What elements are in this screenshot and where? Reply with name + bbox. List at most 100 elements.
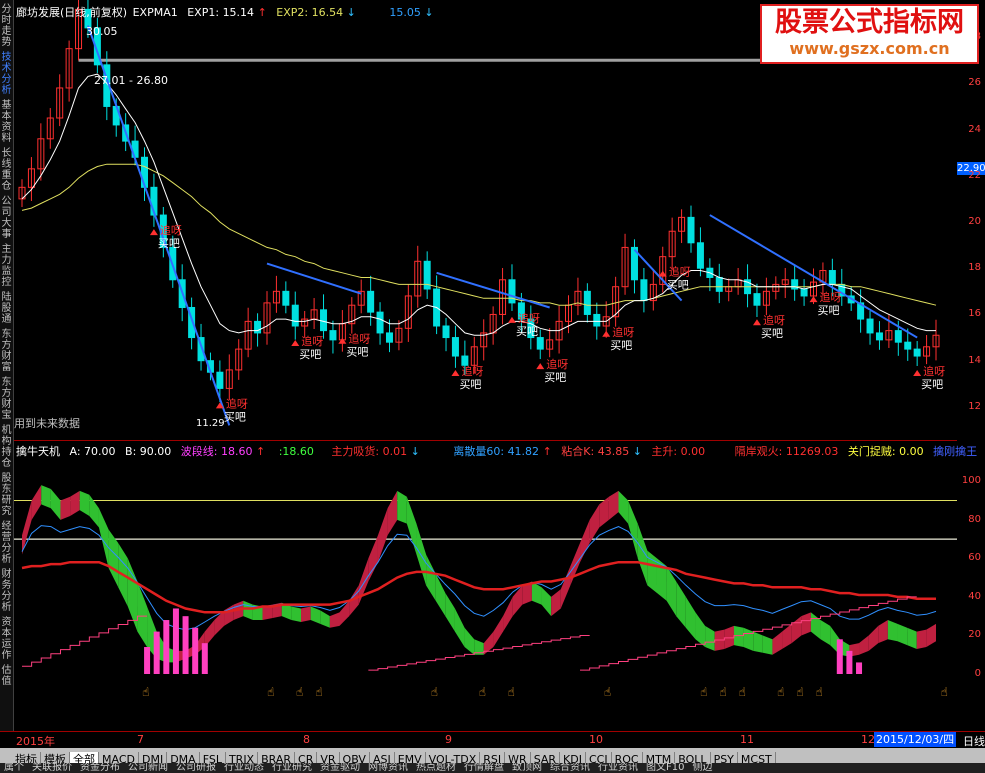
bottom-menu-item[interactable]: 图文F10 xyxy=(642,763,688,773)
bottom-menu-item[interactable]: 资金分布 xyxy=(76,763,124,773)
exp1-value: 15.14 xyxy=(222,6,255,19)
side-tab-4[interactable]: 公司大事 xyxy=(0,196,13,240)
side-tab-11[interactable]: 经营分析 xyxy=(0,521,13,565)
indicator-tab-fsl[interactable]: FSL xyxy=(199,752,226,763)
indicator-tab-全部[interactable]: 全部 xyxy=(70,752,99,763)
bottom-menu-item[interactable]: 关联报价 xyxy=(28,763,76,773)
indicator-tab-obv[interactable]: OBV xyxy=(339,752,370,763)
side-tab-5[interactable]: 主力监控 xyxy=(0,244,13,288)
bottom-menu-item[interactable]: 公司新闻 xyxy=(124,763,172,773)
up-arrow-icon xyxy=(752,319,761,326)
price-chart[interactable]: 追呀买吧追呀买吧追呀买吧追呀买吧追呀买吧追呀买吧追呀买吧追呀买吧追呀买吧追呀买吧… xyxy=(14,0,957,440)
indicator-tab-brar[interactable]: BRAR xyxy=(258,752,296,763)
bottom-menu-item[interactable]: 行业动态 xyxy=(220,763,268,773)
bottom-menu-item[interactable]: 致顶网 xyxy=(508,763,546,773)
indicator-tab-trix[interactable]: TRIX xyxy=(225,752,259,763)
bottom-menu-item[interactable]: 公司研报 xyxy=(172,763,220,773)
candle-body xyxy=(442,325,450,339)
side-tab-9[interactable]: 机构持仓 xyxy=(0,425,13,469)
bottom-menu-item[interactable]: 行业资讯 xyxy=(594,763,642,773)
bottom-menu-item[interactable]: 热点题材 xyxy=(412,763,460,773)
band-segment xyxy=(512,585,523,617)
chase-label: 追呀 xyxy=(612,325,634,339)
bottom-menu-item[interactable]: 资金驱动 xyxy=(316,763,364,773)
indicator-pane[interactable]: ☝ ☝ ☝ ☝ ☝ ☝ ☝ ☝ ☝ ☝ ☝ ☝ ☝ ☝ ☝ xyxy=(14,458,957,730)
up-arrow-icon: ↑ xyxy=(256,445,266,458)
scatter-value: 41.82 xyxy=(507,445,540,458)
bottom-menu-item[interactable]: 综合资讯 xyxy=(546,763,594,773)
pane-divider[interactable] xyxy=(14,440,957,441)
indicator-tab-boll[interactable]: BOLL xyxy=(675,752,711,763)
hand-icon: ☝ xyxy=(315,685,322,699)
bottom-menu-item[interactable]: 属个 xyxy=(0,763,28,773)
indicator-tab-wr[interactable]: WR xyxy=(505,752,531,763)
period-label[interactable]: 日线 xyxy=(963,733,985,749)
histogram-bar xyxy=(144,647,151,674)
accumulation-steps xyxy=(580,596,917,671)
side-tab-8[interactable]: 东方财宝 xyxy=(0,377,13,421)
chase-label: 追呀 xyxy=(301,334,323,348)
indicator-tab-cr[interactable]: CR xyxy=(295,752,318,763)
hand-icon: ☝ xyxy=(796,685,803,699)
indicator-tab-roc[interactable]: ROC xyxy=(611,752,643,763)
bottom-menu-item[interactable]: 行业研究 xyxy=(268,763,316,773)
candle-body xyxy=(904,341,912,350)
band-segment xyxy=(310,606,321,624)
candle-body xyxy=(800,288,808,297)
side-tab-14[interactable]: 估值 xyxy=(0,665,13,687)
trend-line xyxy=(436,271,550,309)
candle-body xyxy=(687,216,695,244)
price-pane[interactable]: 追呀 买吧 追呀 买吧 追呀 买吧 追呀 买吧 追呀 买吧 追呀 买吧 追呀 买吧 追呀 买吧 追呀 买吧 追呀 买吧… xyxy=(14,0,957,440)
bottom-menu-item[interactable]: 网博资讯 xyxy=(364,763,412,773)
indicator-tab-vol-tdx[interactable]: VOL-TDX xyxy=(425,752,481,763)
side-tab-10[interactable]: 股东研究 xyxy=(0,473,13,517)
indicator-tab-macd[interactable]: MACD xyxy=(99,752,139,763)
chase-label: 追呀 xyxy=(226,396,248,410)
indicator-chart[interactable]: ☝ ☝ ☝ ☝ ☝ ☝ ☝ ☝ ☝ ☝ ☝ ☝ ☝ ☝ ☝ xyxy=(14,458,957,730)
indicator-tab-mcst[interactable]: MCST xyxy=(737,752,776,763)
bottom-menu-item[interactable]: 侧边 xyxy=(688,763,716,773)
band-segment xyxy=(705,625,715,651)
indicator-tab-emv[interactable]: EMV xyxy=(394,752,426,763)
band-segment xyxy=(801,612,811,636)
indicator-tab-sar[interactable]: SAR xyxy=(530,752,561,763)
indicator-tick: 0 xyxy=(974,668,981,679)
indicator-tab-psy[interactable]: PSY xyxy=(710,752,738,763)
hand-icon: ☝ xyxy=(142,685,149,699)
bottom-menu-item[interactable]: 行情解盘 xyxy=(460,763,508,773)
band-segment xyxy=(897,623,908,646)
side-tab-6[interactable]: 陆股通 xyxy=(0,292,13,325)
indicator-tab-指标[interactable]: 指标 xyxy=(12,752,41,763)
hand-icon: ☝ xyxy=(941,685,948,699)
main-label: 主力吸货: xyxy=(331,445,380,458)
indicator-tab-dmi[interactable]: DMI xyxy=(138,752,168,763)
side-tab-1[interactable]: 技术分析 xyxy=(0,52,13,96)
indicator-tab-kdj[interactable]: KDJ xyxy=(560,752,586,763)
side-tab-0[interactable]: 分时走势 xyxy=(0,4,13,48)
candle-body xyxy=(866,318,874,334)
indicator-tab-mtm[interactable]: MTM xyxy=(642,752,676,763)
indicator-tab-asi[interactable]: ASI xyxy=(369,752,395,763)
up-arrow-icon: ↑ xyxy=(542,445,552,458)
side-tab-3[interactable]: 长线重仓 xyxy=(0,148,13,192)
candle-body xyxy=(640,279,648,302)
band-segment xyxy=(435,573,446,617)
price-tick: 20 xyxy=(968,216,981,227)
side-tab-12[interactable]: 财务分析 xyxy=(0,569,13,613)
band-segment xyxy=(666,566,677,617)
door-value: 0.00 xyxy=(899,445,924,458)
indicator-tab-vr[interactable]: VR xyxy=(317,752,340,763)
indicator-tab-dma[interactable]: DMA xyxy=(167,752,200,763)
hand-icon: ☝ xyxy=(700,685,707,699)
indicator-tab-模板[interactable]: 模板 xyxy=(41,752,70,763)
band-segment xyxy=(243,600,253,621)
side-tab-13[interactable]: 资本运作 xyxy=(0,617,13,661)
side-tab-2[interactable]: 基本资料 xyxy=(0,100,13,144)
band-segment xyxy=(907,627,917,649)
indicator-tab-rsi[interactable]: RSI xyxy=(480,752,506,763)
year-label: 2015年 xyxy=(16,735,55,748)
indicator-tab-cci[interactable]: CCI xyxy=(585,752,612,763)
band-segment xyxy=(108,529,119,588)
high-annotation: 30.05 xyxy=(86,25,118,38)
side-tab-7[interactable]: 东方财富 xyxy=(0,329,13,373)
